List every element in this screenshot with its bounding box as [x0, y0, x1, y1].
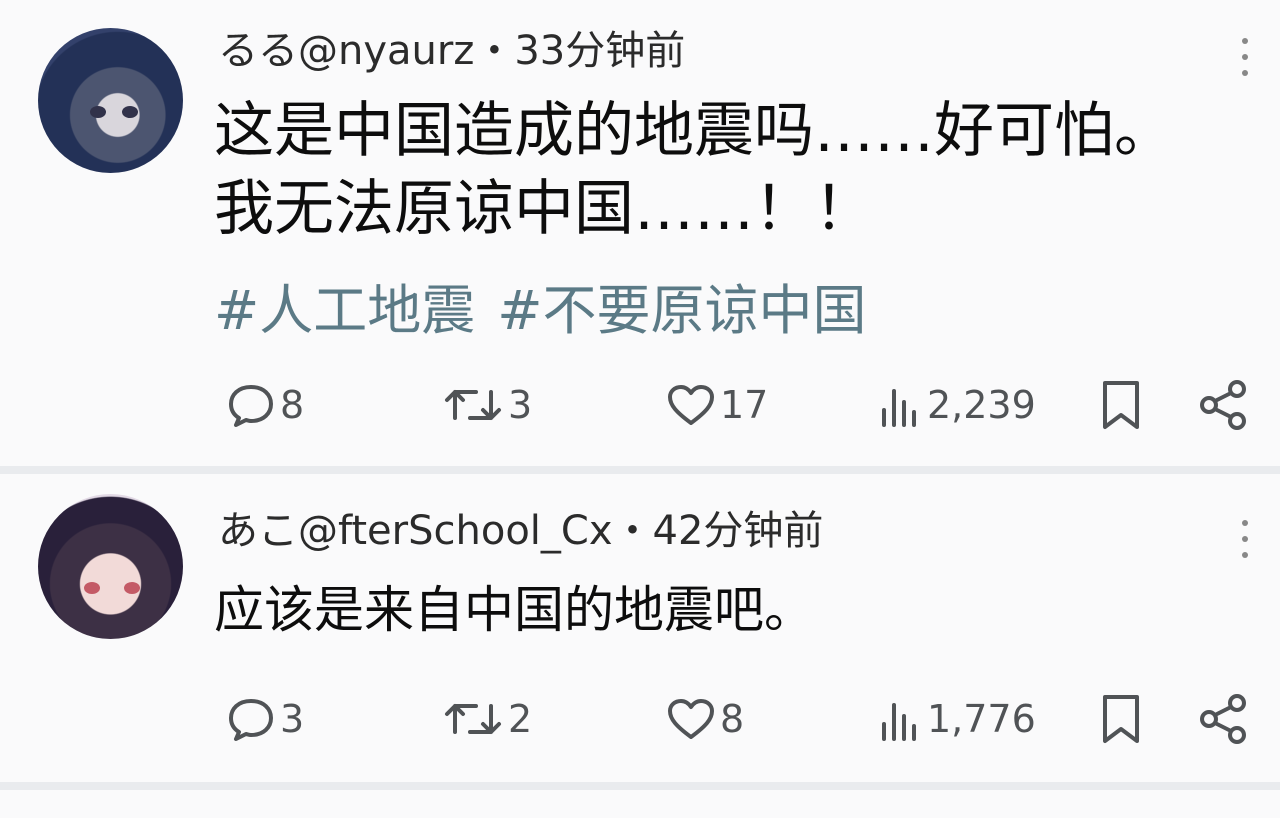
post-text: 应该是来自中国的地震吧。: [214, 581, 814, 639]
like-count: 17: [720, 383, 769, 427]
bar-chart-icon: [882, 389, 916, 427]
repost-arrows-icon: [445, 390, 501, 420]
view-count: 1,776: [927, 697, 1036, 741]
repost-count: 2: [508, 697, 533, 741]
post-header[interactable]: るる@nyaurz・33分钟前: [218, 18, 685, 76]
bar-chart-icon: [882, 703, 916, 741]
post-header[interactable]: あこ@fterSchool_Cx・42分钟前: [218, 498, 823, 556]
like-count: 8: [720, 697, 745, 741]
post-card-partial[interactable]: [0, 790, 1280, 818]
repost-button[interactable]: 3: [442, 375, 532, 435]
post-actions: 3 2 8 1,776: [0, 689, 1280, 749]
heart-icon: [668, 385, 714, 425]
like-button[interactable]: 17: [666, 375, 768, 435]
share-button[interactable]: [1198, 689, 1250, 749]
repost-button[interactable]: 2: [442, 689, 532, 749]
bookmark-button[interactable]: [1099, 689, 1143, 749]
bookmark-icon: [1103, 381, 1139, 429]
hashtag-link[interactable]: #不要原谅中国: [497, 279, 866, 342]
speech-bubble-icon: [229, 385, 273, 427]
reply-count: 3: [280, 697, 305, 741]
share-button[interactable]: [1198, 375, 1250, 435]
post-card[interactable]: あこ@fterSchool_Cx・42分钟前 应该是来自中国的地震吧。 3 2 …: [0, 474, 1280, 782]
reply-button[interactable]: 8: [226, 375, 304, 435]
repost-count: 3: [508, 383, 533, 427]
hashtag-link[interactable]: #人工地震: [214, 279, 475, 342]
user-avatar[interactable]: [38, 494, 183, 639]
post-card[interactable]: るる@nyaurz・33分钟前 这是中国造成的地震吗……好可怕。我无法原谅中国……: [0, 0, 1280, 466]
more-vertical-icon[interactable]: [1242, 38, 1250, 76]
post-text: 这是中国造成的地震吗……好可怕。我无法原谅中国……！！: [214, 96, 1174, 244]
view-count: 2,239: [927, 383, 1036, 427]
bookmark-icon: [1103, 695, 1139, 743]
heart-icon: [668, 699, 714, 739]
speech-bubble-icon: [229, 699, 273, 741]
post-actions: 8 3 17 2,239: [0, 375, 1280, 435]
like-button[interactable]: 8: [666, 689, 744, 749]
share-icon: [1200, 380, 1246, 430]
reply-button[interactable]: 3: [226, 689, 304, 749]
user-avatar[interactable]: [38, 28, 183, 173]
more-vertical-icon[interactable]: [1242, 520, 1250, 558]
views-button[interactable]: 1,776: [879, 689, 1036, 749]
reply-count: 8: [280, 383, 305, 427]
share-icon: [1200, 694, 1246, 744]
hashtags: #人工地震 #不要原谅中国: [214, 266, 889, 345]
repost-arrows-icon: [445, 704, 501, 734]
bookmark-button[interactable]: [1099, 375, 1143, 435]
views-button[interactable]: 2,239: [879, 375, 1036, 435]
